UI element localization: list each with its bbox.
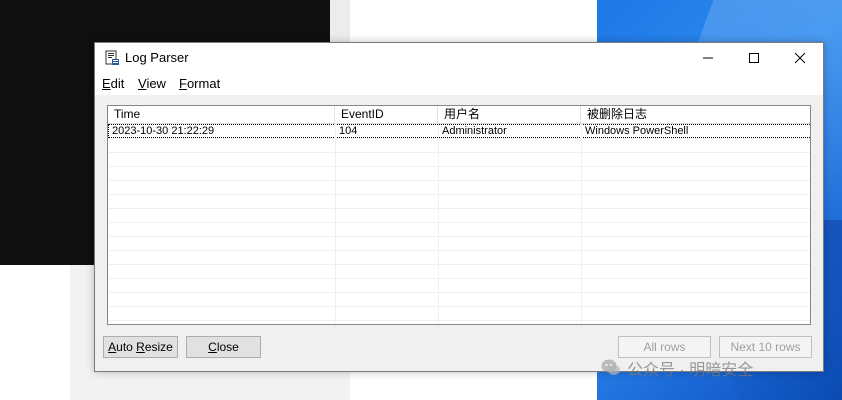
window-title: Log Parser	[125, 50, 189, 65]
cell-time: 2023-10-30 21:22:29	[112, 125, 215, 137]
grid-line-vertical	[438, 124, 439, 324]
menu-format[interactable]: Format	[179, 76, 220, 91]
menu-edit-mnemonic: E	[102, 76, 111, 91]
wechat-icon	[601, 359, 620, 375]
maximize-icon	[749, 53, 759, 63]
auto-resize-label-a: uto	[116, 340, 137, 354]
menu-edit[interactable]: Edit	[102, 76, 124, 91]
close-icon	[794, 52, 806, 64]
grid-line-horizontal	[108, 306, 810, 307]
column-header-time[interactable]: Time	[108, 106, 335, 123]
menu-view[interactable]: View	[138, 76, 166, 91]
log-list-view[interactable]: Time EventID 用户名 被删除日志 2023-10-30 21:22:…	[107, 105, 811, 325]
close-mnemonic: C	[208, 340, 217, 354]
close-button[interactable]: Close	[186, 336, 261, 358]
grid-line-horizontal	[108, 222, 810, 223]
close-label: lose	[216, 340, 239, 354]
app-icon	[105, 50, 119, 65]
grid-line-horizontal	[108, 236, 810, 237]
grid-line-vertical	[335, 124, 336, 324]
column-header-deleted-log[interactable]: 被删除日志	[581, 106, 810, 123]
grid-line-horizontal	[108, 194, 810, 195]
minimize-button[interactable]	[685, 43, 731, 73]
minimize-icon	[703, 57, 713, 59]
cell-deleted-log: Windows PowerShell	[585, 125, 689, 137]
list-header: Time EventID 用户名 被删除日志	[108, 106, 810, 124]
grid-line-horizontal	[108, 264, 810, 265]
auto-resize-mnemonic-2: R	[136, 340, 145, 354]
grid-line-horizontal	[108, 278, 810, 279]
title-bar[interactable]: Log Parser	[95, 43, 823, 73]
auto-resize-button[interactable]: Auto Resize	[103, 336, 178, 358]
grid-line-horizontal	[108, 180, 810, 181]
grid-line-horizontal	[108, 250, 810, 251]
table-row[interactable]: 2023-10-30 21:22:29 104 Administrator Wi…	[108, 124, 810, 138]
menu-format-label: ormat	[186, 76, 221, 91]
menu-edit-label: dit	[110, 76, 125, 91]
cell-username: Administrator	[442, 125, 507, 137]
grid-line-horizontal	[108, 292, 810, 293]
grid-line-horizontal	[108, 320, 810, 321]
auto-resize-label-b: esize	[144, 340, 173, 354]
menu-view-label: iew	[146, 76, 166, 91]
column-header-eventid[interactable]: EventID	[335, 106, 438, 123]
menu-bar: Edit View Format	[95, 73, 823, 95]
close-window-button[interactable]	[777, 43, 823, 73]
grid-line-horizontal	[108, 208, 810, 209]
grid-line-horizontal	[108, 166, 810, 167]
grid-line-vertical	[581, 124, 582, 324]
watermark-text: 公众号 · 明暗安全	[627, 362, 754, 379]
cell-eventid: 104	[339, 125, 358, 137]
menu-format-mnemonic: F	[179, 76, 187, 91]
list-body: 2023-10-30 21:22:29 104 Administrator Wi…	[108, 124, 810, 324]
grid-line-horizontal	[108, 152, 810, 153]
watermark: 公众号 · 明暗安全	[600, 355, 753, 381]
auto-resize-mnemonic: A	[108, 340, 117, 354]
grid-line-horizontal	[108, 138, 810, 139]
maximize-button[interactable]	[731, 43, 777, 73]
log-parser-window: Log Parser Edit View Format Time EventID…	[94, 42, 824, 372]
column-header-username[interactable]: 用户名	[438, 106, 581, 123]
